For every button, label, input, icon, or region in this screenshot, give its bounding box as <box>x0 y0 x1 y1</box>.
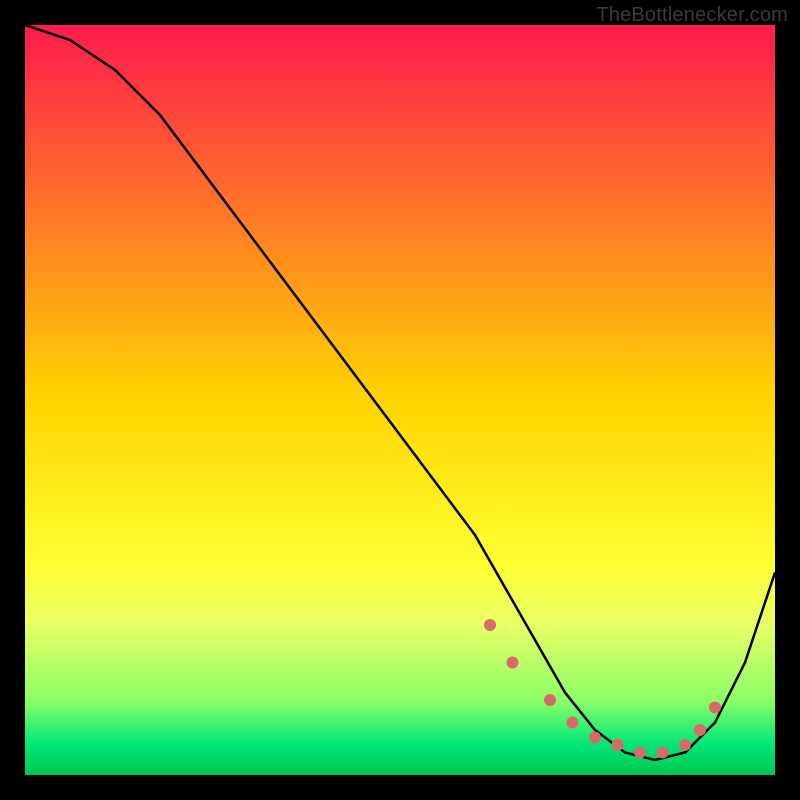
plot-area <box>25 25 775 775</box>
marker-point <box>694 724 706 736</box>
chart-container: TheBottlenecker.com <box>0 0 800 800</box>
marker-point <box>544 694 556 706</box>
marker-point <box>634 747 646 759</box>
marker-point <box>679 739 691 751</box>
attribution-label: TheBottlenecker.com <box>596 4 788 27</box>
chart-svg <box>25 25 775 775</box>
marker-point <box>657 747 669 759</box>
marker-point <box>589 732 601 744</box>
marker-point <box>507 657 519 669</box>
marker-point <box>567 717 579 729</box>
marker-point <box>484 619 496 631</box>
heatmap-background <box>25 25 775 775</box>
marker-point <box>709 702 721 714</box>
marker-point <box>612 739 624 751</box>
